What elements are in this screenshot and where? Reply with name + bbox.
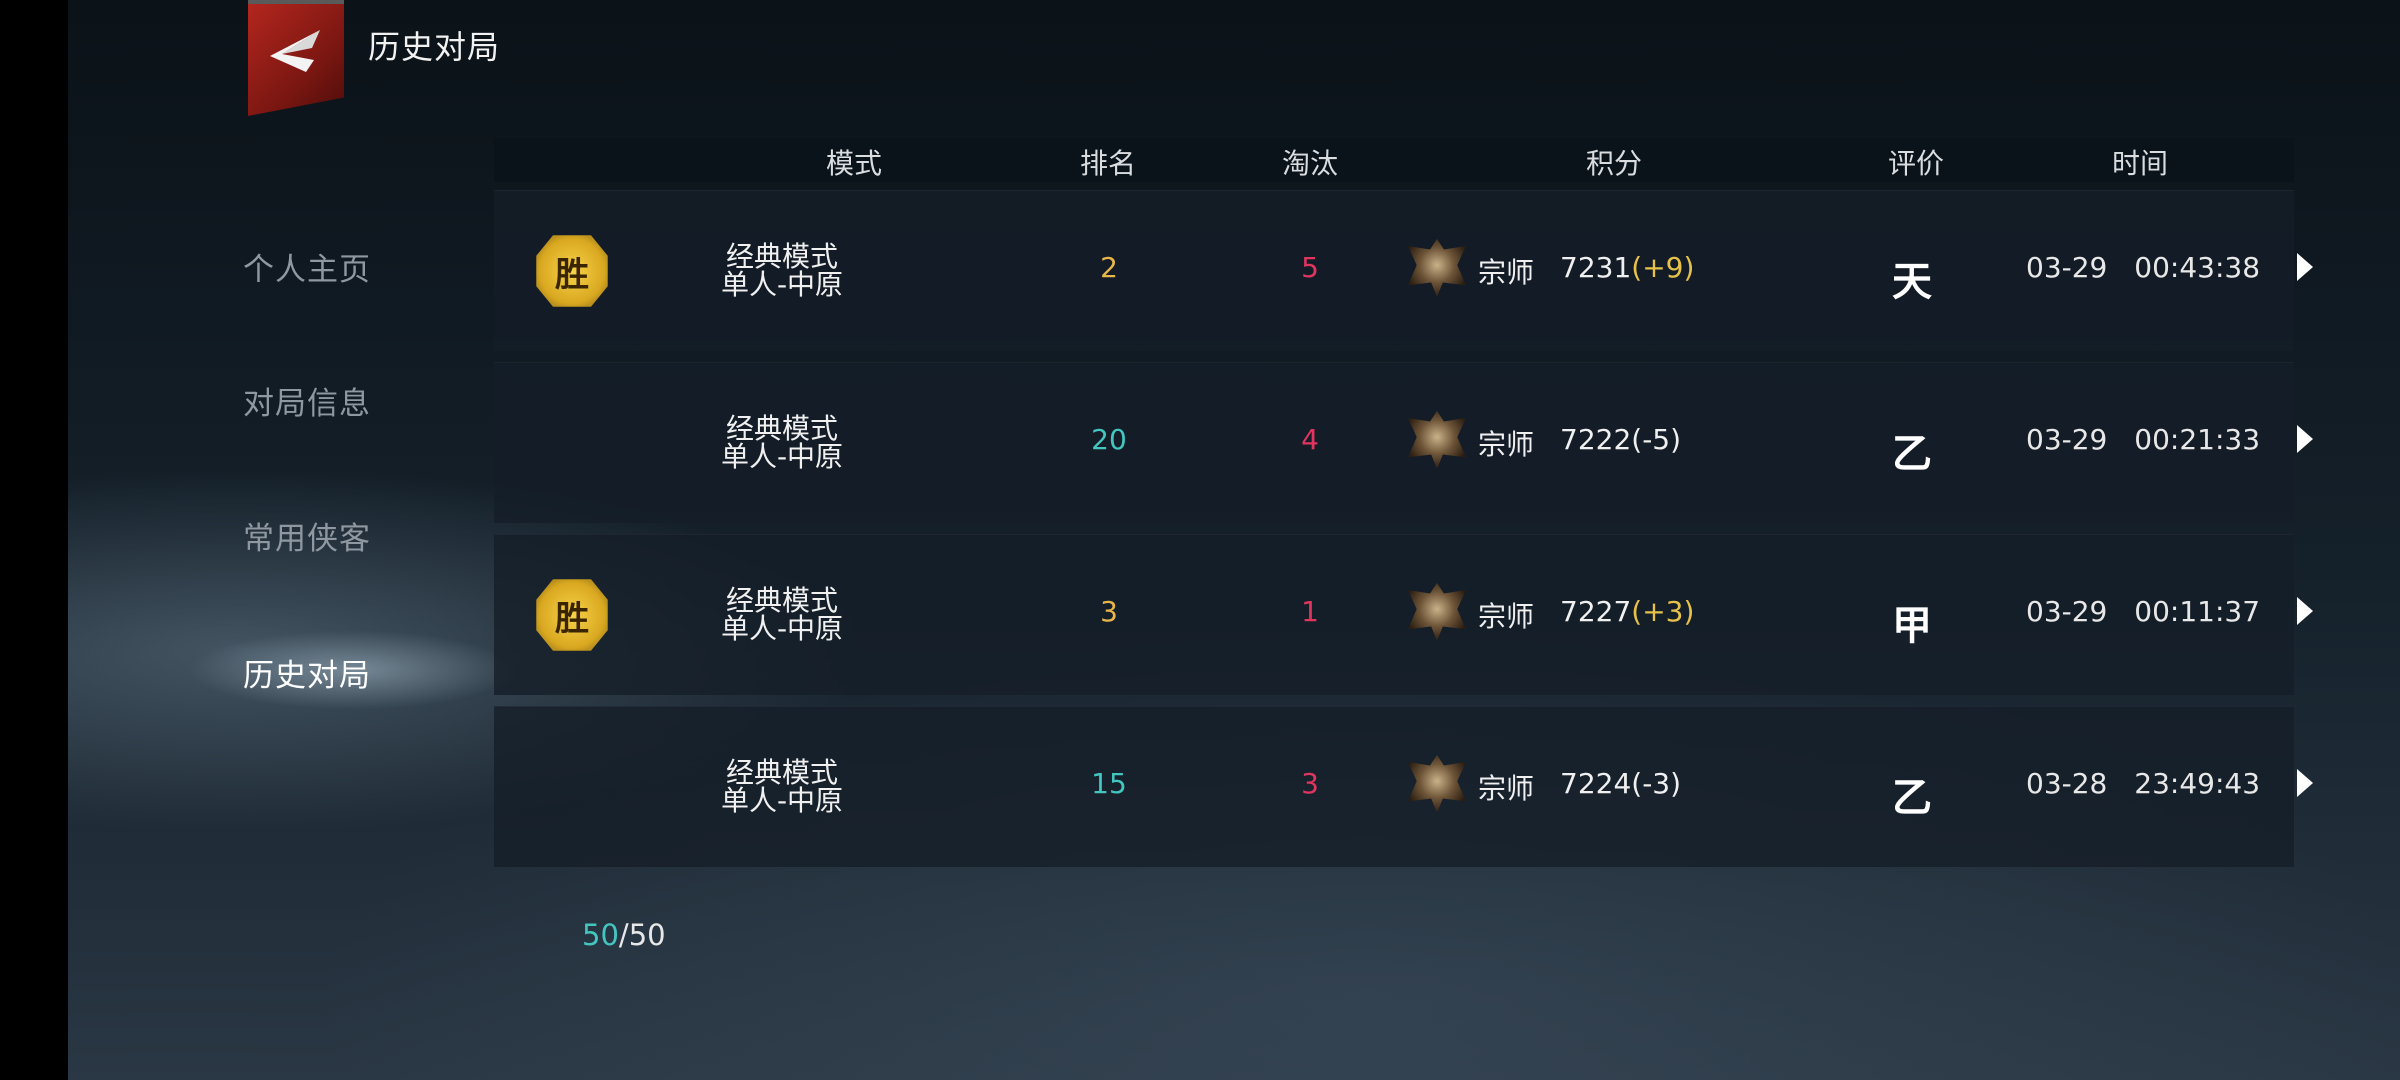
sidebar-item-match-info[interactable]: 对局信息 — [243, 378, 371, 423]
tier-name: 宗师 — [1478, 428, 1535, 461]
grade-value: 天 — [1892, 258, 1932, 305]
row-detail-arrow-icon[interactable] — [2297, 253, 2313, 281]
game-mode: 经典模式 单人-中原 — [721, 587, 843, 643]
match-clock: 00:21:33 — [2134, 423, 2261, 456]
score-delta: (-5) — [1631, 423, 1682, 456]
match-time: 03-29 00:21:33 — [2026, 423, 2260, 456]
match-date: 03-29 — [2026, 423, 2108, 456]
rank-value: 20 — [1091, 423, 1127, 456]
sidebar-item-profile[interactable]: 个人主页 — [243, 244, 371, 289]
row-detail-arrow-icon[interactable] — [2297, 597, 2313, 625]
match-time: 03-29 00:43:38 — [2026, 251, 2260, 284]
column-header-eliminations: 淘汰 — [1281, 147, 1339, 180]
mode-map: 单人-中原 — [720, 612, 844, 645]
rank-value: 15 — [1091, 767, 1127, 800]
score-number: 7224 — [1560, 767, 1632, 800]
grade-value: 乙 — [1892, 430, 1932, 477]
score-number: 7231 — [1560, 251, 1632, 284]
match-clock: 00:43:38 — [2134, 251, 2261, 284]
win-label: 胜 — [555, 254, 589, 295]
match-time: 03-28 23:49:43 — [2026, 767, 2260, 800]
page-total: 50 — [628, 918, 666, 952]
rank-value: 3 — [1100, 595, 1118, 628]
column-header-grade: 评价 — [1887, 147, 1945, 180]
tier-emblem-icon — [1408, 411, 1466, 469]
win-badge: 胜 — [536, 235, 608, 307]
back-button[interactable] — [248, 0, 344, 116]
tier-name: 宗师 — [1478, 600, 1535, 633]
match-date: 03-28 — [2026, 767, 2108, 800]
score-number: 7227 — [1560, 595, 1632, 628]
match-date: 03-29 — [2026, 595, 2108, 628]
table-header: 模式 排名 淘汰 积分 评价 时间 — [494, 138, 2294, 182]
match-time: 03-29 00:11:37 — [2026, 595, 2260, 628]
tier-emblem-icon — [1408, 239, 1466, 297]
game-mode: 经典模式 单人-中原 — [721, 759, 843, 815]
table-row[interactable]: 胜 经典模式 单人-中原 3 1 宗师 7227(+3) 甲 03-29 00:1… — [494, 534, 2313, 695]
row-detail-arrow-icon[interactable] — [2297, 769, 2313, 797]
win-badge: 胜 — [536, 579, 608, 651]
mode-map: 单人-中原 — [720, 440, 844, 473]
column-header-rank: 排名 — [1079, 147, 1137, 180]
score-delta: (-3) — [1631, 767, 1682, 800]
match-date: 03-29 — [2026, 251, 2108, 284]
sidebar-item-heroes[interactable]: 常用侠客 — [243, 513, 371, 558]
grade-value: 甲 — [1892, 602, 1932, 649]
back-arrow-icon — [270, 30, 320, 72]
score-delta: (+9) — [1631, 251, 1695, 284]
score-value: 7231(+9) — [1560, 251, 1694, 284]
mode-name: 经典模式 — [725, 584, 839, 617]
score-value: 7227(+3) — [1560, 595, 1694, 628]
score-value: 7224(-3) — [1560, 767, 1681, 800]
score-number: 7222 — [1560, 423, 1632, 456]
page-title: 历史对局 — [368, 28, 501, 66]
table-row[interactable]: 经典模式 单人-中原 15 3 宗师 7224(-3) 乙 03-28 23:49… — [494, 706, 2313, 867]
mode-name: 经典模式 — [725, 756, 839, 789]
mode-map: 单人-中原 — [720, 268, 844, 301]
match-clock: 00:11:37 — [2134, 595, 2261, 628]
game-mode: 经典模式 单人-中原 — [721, 243, 843, 299]
table-row[interactable]: 胜 经典模式 单人-中原 2 5 宗师 7231(+9) 天 03-29 00:4… — [494, 190, 2313, 351]
win-label: 胜 — [555, 598, 589, 639]
score-delta: (+3) — [1631, 595, 1695, 628]
row-detail-arrow-icon[interactable] — [2297, 425, 2313, 453]
grade-value: 乙 — [1892, 774, 1932, 821]
eliminations-value: 1 — [1301, 595, 1319, 628]
table-row[interactable]: 经典模式 单人-中原 20 4 宗师 7222(-5) 乙 03-29 00:21… — [494, 362, 2313, 523]
mode-name: 经典模式 — [725, 240, 839, 273]
score-value: 7222(-5) — [1560, 423, 1681, 456]
mode-name: 经典模式 — [725, 412, 839, 445]
column-header-score: 积分 — [1585, 147, 1643, 180]
mode-map: 单人-中原 — [720, 784, 844, 817]
tier-emblem-icon — [1408, 583, 1466, 641]
rank-value: 2 — [1100, 251, 1118, 284]
sidebar-item-history[interactable]: 历史对局 — [243, 650, 371, 695]
eliminations-value: 3 — [1301, 767, 1319, 800]
game-background: 历史对局 个人主页 对局信息 常用侠客 历史对局 模式 排名 淘汰 积分 评价 … — [68, 0, 2400, 1080]
column-header-mode: 模式 — [825, 147, 883, 180]
page-counter: 50/50 — [582, 918, 666, 952]
tier-name: 宗师 — [1478, 772, 1535, 805]
eliminations-value: 4 — [1301, 423, 1319, 456]
eliminations-value: 5 — [1301, 251, 1319, 284]
game-mode: 经典模式 单人-中原 — [721, 415, 843, 471]
column-header-time: 时间 — [2111, 147, 2169, 180]
match-clock: 23:49:43 — [2134, 767, 2261, 800]
page-current: 50 — [582, 918, 619, 952]
tier-name: 宗师 — [1478, 256, 1535, 289]
tier-emblem-icon — [1408, 755, 1466, 813]
page-separator: / — [618, 918, 629, 952]
